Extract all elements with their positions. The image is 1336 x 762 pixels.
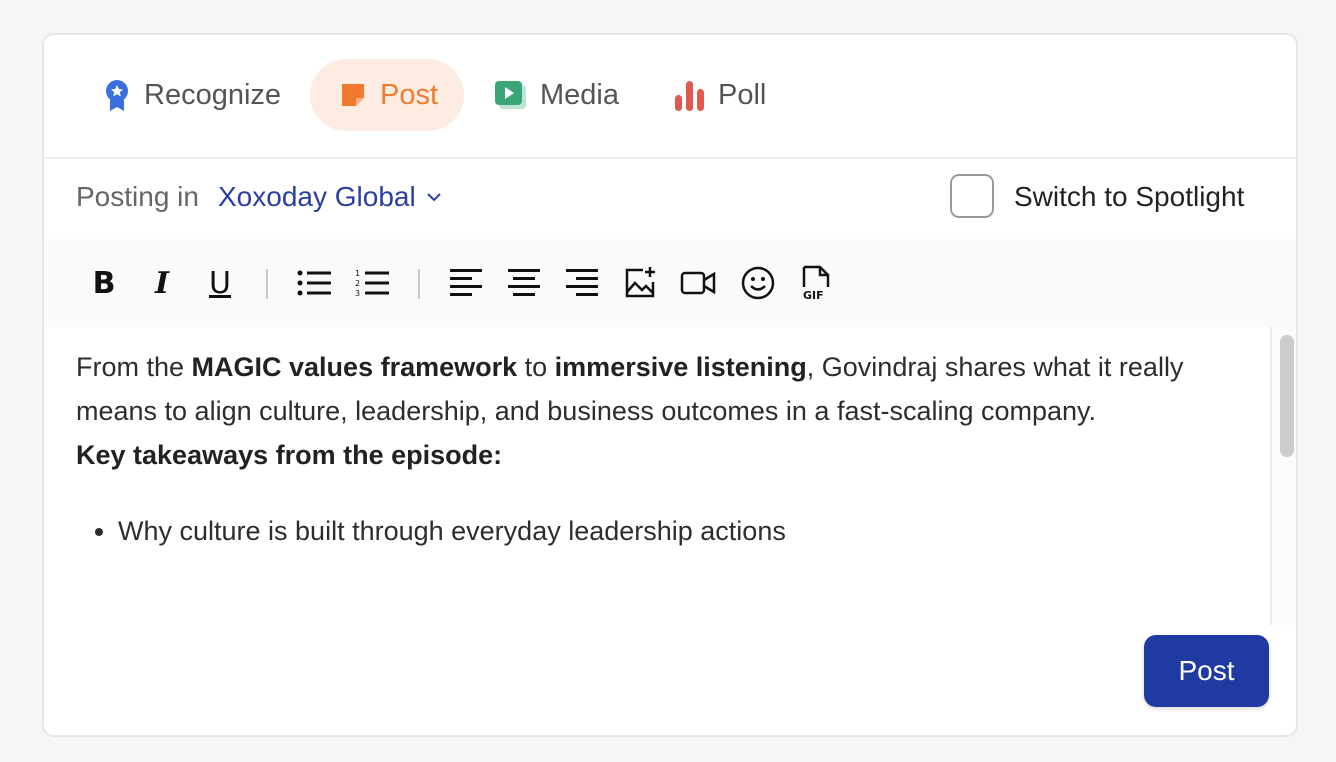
image-add-icon xyxy=(625,267,655,298)
tab-recognize-label: Recognize xyxy=(144,78,282,111)
underline-icon: U xyxy=(209,265,231,301)
video-camera-icon xyxy=(680,271,716,295)
editor-heading: Key takeaways from the episode: xyxy=(76,440,503,470)
insert-image-button[interactable] xyxy=(620,261,660,305)
sticky-note-icon xyxy=(342,84,364,106)
spotlight-checkbox[interactable] xyxy=(950,174,994,218)
italic-button[interactable]: I xyxy=(142,261,182,305)
svg-text:2: 2 xyxy=(355,279,360,288)
post-button[interactable]: Post xyxy=(1144,635,1269,707)
spotlight-label: Switch to Spotlight xyxy=(1014,181,1245,212)
editor-content: From the MAGIC values framework to immer… xyxy=(76,327,1261,553)
tab-media-label: Media xyxy=(540,78,619,111)
tab-post-label: Post xyxy=(380,78,439,111)
ribbon-badge-icon xyxy=(106,80,128,111)
align-right-button[interactable] xyxy=(562,261,602,305)
align-left-button[interactable] xyxy=(446,261,486,305)
bold-icon: B xyxy=(92,265,116,301)
svg-text:GIF: GIF xyxy=(803,289,824,301)
align-right-icon xyxy=(566,269,598,296)
align-center-icon xyxy=(508,269,540,296)
tab-poll-label: Poll xyxy=(718,78,767,111)
svg-text:3: 3 xyxy=(355,289,360,298)
group-name: Xoxoday Global xyxy=(218,181,416,212)
tab-post[interactable]: Post xyxy=(310,59,465,131)
list-item: Why culture is built through everyday le… xyxy=(118,509,1261,553)
align-center-button[interactable] xyxy=(504,261,544,305)
composer-tabs: Recognize Post Media Poll xyxy=(44,35,1296,159)
composer-card: Recognize Post Media Poll Posting in Xox… xyxy=(42,33,1298,737)
underline-button[interactable]: U xyxy=(200,261,240,305)
editor-bullet-list: Why culture is built through everyday le… xyxy=(76,509,1261,553)
post-editor[interactable]: From the MAGIC values framework to immer… xyxy=(44,327,1269,625)
formatting-toolbar: B I U 1 2 3 GIF xyxy=(44,239,1296,327)
align-left-icon xyxy=(450,269,482,296)
gif-file-icon: GIF xyxy=(802,265,830,301)
gif-button[interactable]: GIF xyxy=(796,261,836,305)
svg-text:1: 1 xyxy=(355,269,360,278)
tab-media[interactable]: Media xyxy=(466,59,645,131)
tab-poll[interactable]: Poll xyxy=(646,59,792,131)
bullet-list-button[interactable] xyxy=(294,261,334,305)
posting-in-label: Posting in xyxy=(76,181,199,212)
editor-paragraph: From the MAGIC values framework to immer… xyxy=(76,352,1184,426)
insert-video-button[interactable] xyxy=(678,261,718,305)
toolbar-divider xyxy=(418,269,420,299)
toolbar-divider xyxy=(266,269,268,299)
group-selector[interactable]: Xoxoday Global xyxy=(218,181,442,213)
italic-icon: I xyxy=(154,265,170,301)
chevron-down-icon xyxy=(426,193,441,202)
bold-button[interactable]: B xyxy=(84,261,124,305)
numbered-list-button[interactable]: 1 2 3 xyxy=(352,261,392,305)
editor-scrollbar[interactable] xyxy=(1270,327,1296,625)
posting-row: Posting in Xoxoday Global Switch to Spot… xyxy=(44,157,1296,241)
tab-recognize[interactable]: Recognize xyxy=(74,59,307,131)
scrollbar-thumb[interactable] xyxy=(1280,335,1294,457)
clipped-line xyxy=(76,327,1261,345)
numbered-list-icon: 1 2 3 xyxy=(355,269,389,298)
emoji-button[interactable] xyxy=(738,261,778,305)
emoji-smile-icon xyxy=(741,266,775,300)
bullet-list-icon xyxy=(297,270,331,296)
bar-chart-icon xyxy=(675,81,704,111)
play-video-icon xyxy=(495,81,526,109)
